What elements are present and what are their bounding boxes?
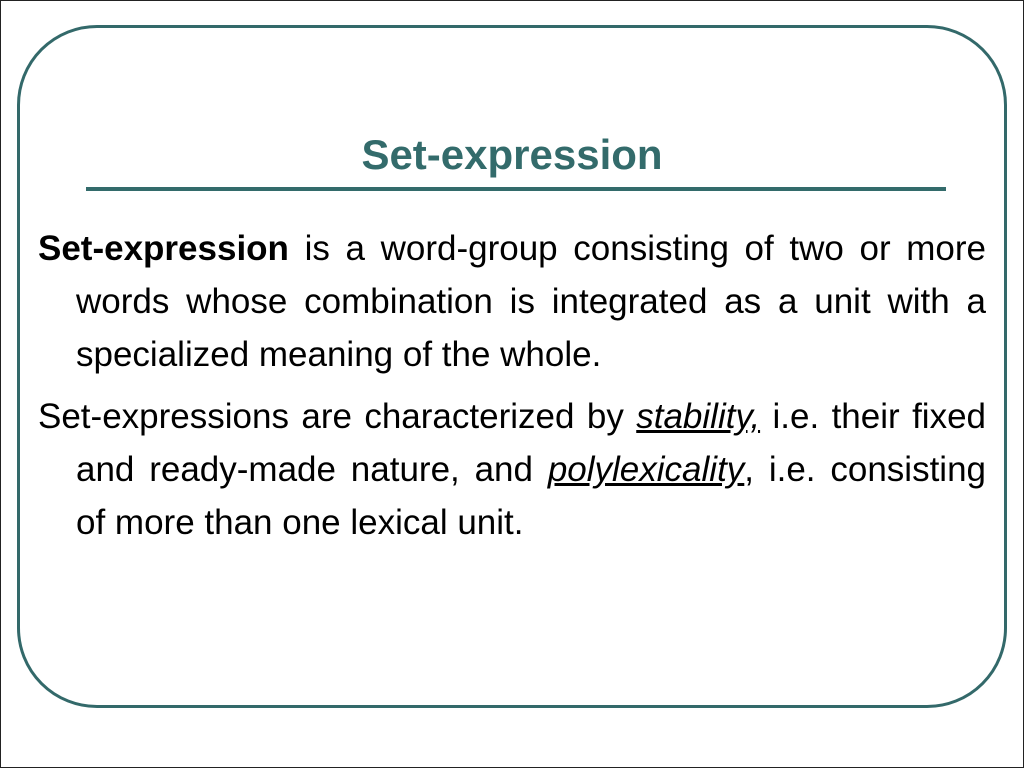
slide-title: Set-expression (361, 131, 663, 178)
emphasis-polylexicality: polylexicality (547, 450, 745, 489)
characteristics-paragraph: Set-expressions are characterized by sta… (38, 390, 986, 549)
characteristics-text-1: Set-expressions are characterized by (38, 397, 637, 436)
definition-paragraph: Set-expression is a word-group consistin… (38, 222, 986, 381)
emphasis-stability: stability, (636, 397, 761, 436)
title-underline-rule (86, 187, 946, 191)
slide-body: Set-expression is a word-group consistin… (38, 222, 986, 558)
defined-term: Set-expression (38, 229, 289, 268)
